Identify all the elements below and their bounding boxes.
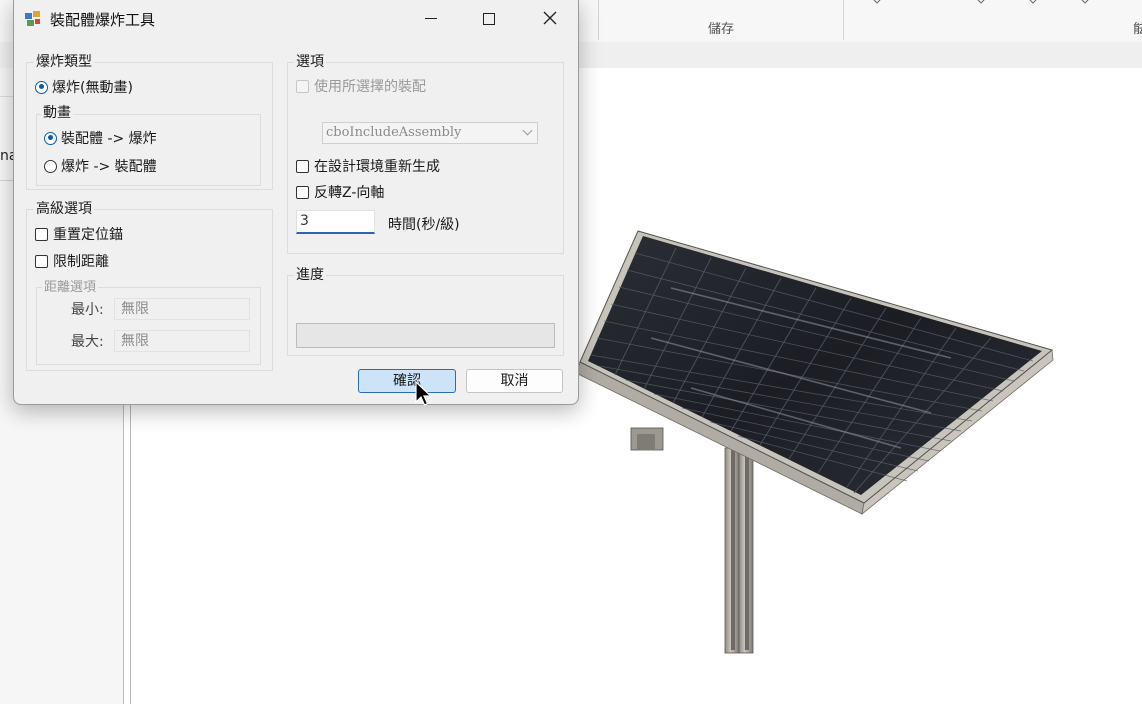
explode-tool-dialog: 裝配體爆炸工具 爆炸類型 爆炸(無動畫) 動畫 裝配體 -> 爆炸 爆炸 -> … bbox=[13, 0, 579, 405]
animation-title: 動畫 bbox=[41, 102, 73, 122]
ribbon-separator bbox=[843, 0, 844, 40]
use-selected-assembly-label: 使用所選擇的裝配 bbox=[314, 79, 426, 95]
checkbox-icon bbox=[296, 159, 309, 173]
reposition-anchor-label: 重置定位錨 bbox=[53, 227, 123, 243]
regenerate-in-design-checkbox[interactable]: 在設計環境重新生成 bbox=[296, 156, 440, 176]
time-per-step-label: 時間(秒/級) bbox=[388, 217, 460, 233]
ribbon-group-label: 儲存 bbox=[708, 22, 735, 37]
include-assembly-combobox[interactable]: cboIncludeAssembly bbox=[322, 122, 538, 144]
close-button[interactable] bbox=[520, 0, 578, 38]
distance-options-title: 距離選項 bbox=[42, 276, 99, 295]
maximize-button[interactable] bbox=[460, 0, 518, 38]
chevron-down-icon[interactable] bbox=[975, 0, 987, 4]
use-selected-assembly-checkbox[interactable]: 使用所選擇的裝配 bbox=[296, 76, 426, 96]
explode-to-assemble-radio[interactable]: 爆炸 -> 裝配體 bbox=[44, 156, 157, 176]
maximize-icon bbox=[483, 13, 495, 25]
radio-selected-icon bbox=[44, 131, 57, 145]
advanced-options-title: 高級選項 bbox=[34, 198, 94, 218]
reverse-z-checkbox[interactable]: 反轉Z-向軸 bbox=[296, 182, 384, 202]
explode-no-animation-radio[interactable]: 爆炸(無動畫) bbox=[35, 77, 133, 97]
chevron-down-icon[interactable] bbox=[1079, 0, 1091, 4]
min-distance-label: 最小: bbox=[71, 302, 104, 318]
progress-bar bbox=[296, 323, 555, 348]
radio-unselected-icon bbox=[44, 159, 57, 173]
chevron-down-icon bbox=[522, 125, 533, 136]
assemble-to-explode-label: 裝配體 -> 爆炸 bbox=[61, 131, 157, 147]
checkbox-icon bbox=[35, 227, 48, 241]
max-distance-field[interactable]: 無限 bbox=[114, 330, 250, 352]
limit-distance-label: 限制距離 bbox=[53, 254, 109, 270]
checkbox-icon bbox=[296, 185, 309, 199]
ribbon-separator bbox=[598, 0, 599, 40]
explode-type-title: 爆炸類型 bbox=[34, 51, 94, 71]
chevron-down-icon[interactable] bbox=[871, 0, 883, 4]
radio-selected-icon bbox=[35, 80, 48, 94]
checkbox-icon bbox=[35, 254, 48, 268]
max-distance-label: 最大: bbox=[71, 334, 104, 350]
regenerate-in-design-label: 在設計環境重新生成 bbox=[314, 159, 440, 175]
combobox-value: cboIncludeAssembly bbox=[326, 125, 462, 140]
ribbon-group-label-cut: 䏻 bbox=[1133, 22, 1142, 37]
explode-no-animation-label: 爆炸(無動畫) bbox=[52, 80, 133, 96]
cancel-button[interactable]: 取消 bbox=[466, 369, 563, 393]
reposition-anchor-checkbox[interactable]: 重置定位錨 bbox=[35, 224, 123, 244]
limit-distance-checkbox[interactable]: 限制距離 bbox=[35, 251, 109, 271]
chevron-down-icon[interactable] bbox=[1027, 0, 1039, 4]
minimize-button[interactable] bbox=[402, 0, 460, 38]
app-icon bbox=[25, 11, 40, 26]
reverse-z-label: 反轉Z-向軸 bbox=[314, 185, 385, 201]
dialog-title: 裝配體爆炸工具 bbox=[50, 11, 156, 29]
close-icon bbox=[543, 11, 557, 25]
time-per-step-input[interactable]: 3 bbox=[296, 210, 375, 234]
explode-to-assemble-label: 爆炸 -> 裝配體 bbox=[61, 159, 157, 175]
options-title: 選項 bbox=[294, 51, 326, 71]
mouse-cursor-icon bbox=[415, 381, 432, 406]
assemble-to-explode-radio[interactable]: 裝配體 -> 爆炸 bbox=[44, 128, 157, 148]
min-distance-field[interactable]: 無限 bbox=[114, 298, 250, 320]
progress-title: 進度 bbox=[294, 264, 326, 284]
minimize-icon bbox=[425, 18, 437, 19]
ok-button[interactable]: 確認 bbox=[358, 369, 456, 393]
dialog-titlebar[interactable]: 裝配體爆炸工具 bbox=[14, 0, 578, 38]
checkbox-disabled-icon bbox=[296, 79, 309, 93]
